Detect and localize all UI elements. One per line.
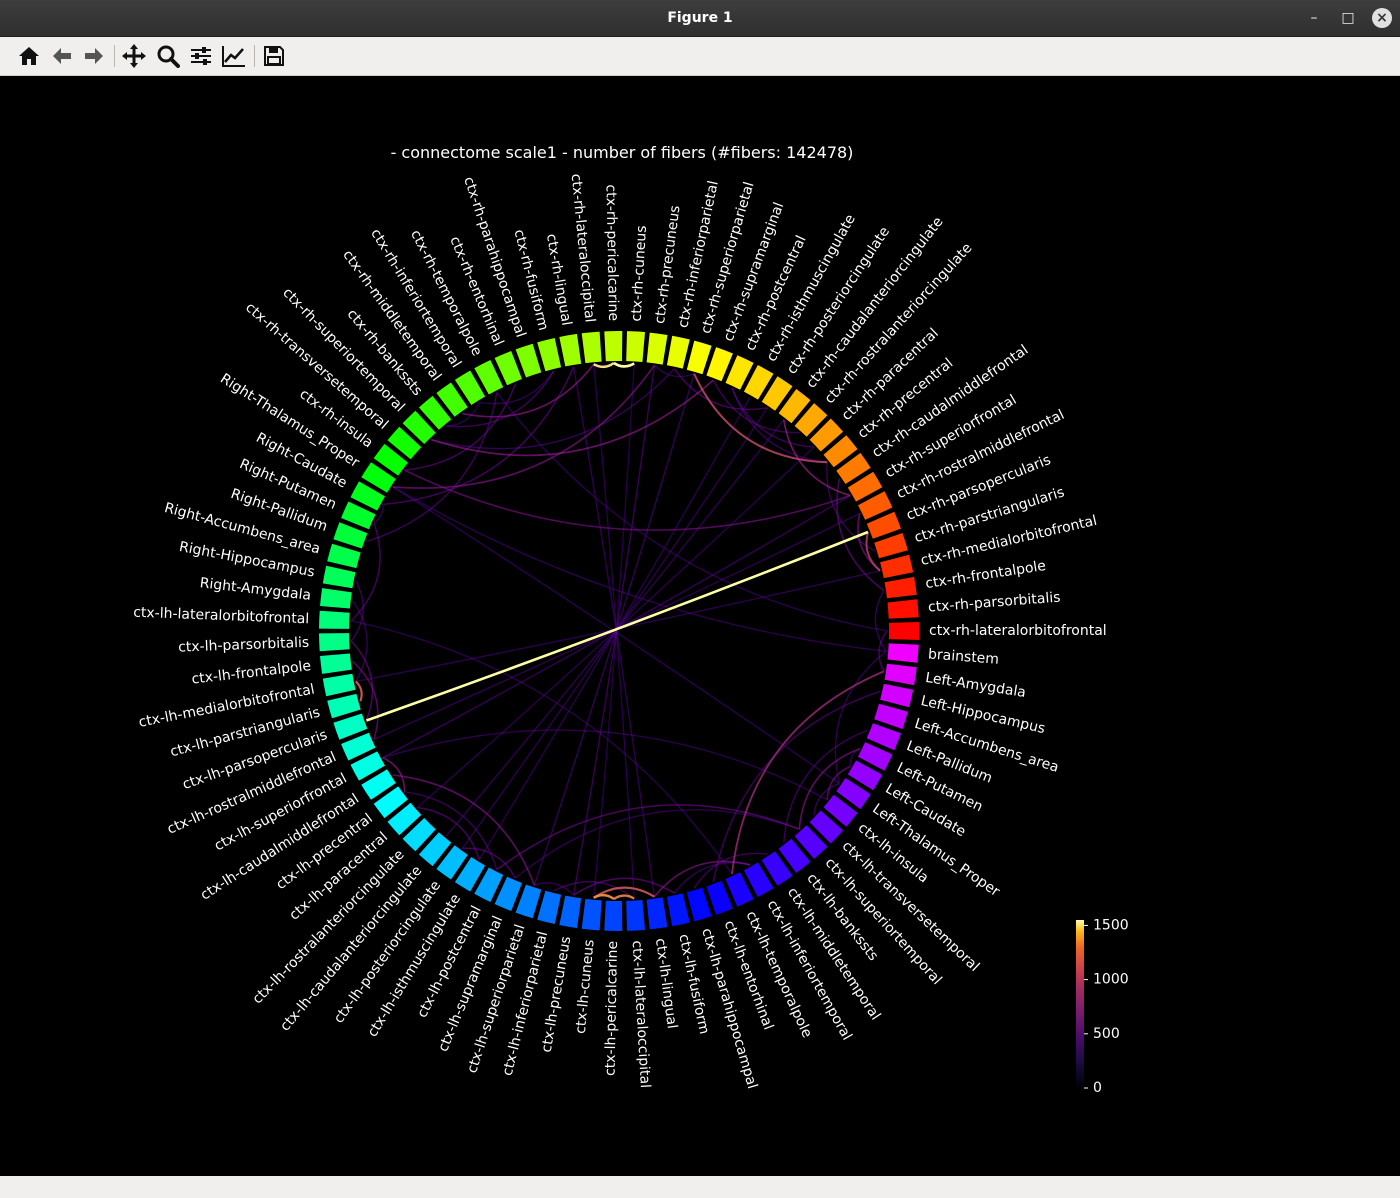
node-ctx-lh-pericalcarine	[604, 900, 623, 932]
node-ctx-rh-medialorbitofrontal	[880, 554, 914, 579]
node-Right-Accumbens_area	[327, 543, 361, 569]
node-label: ctx-lh-lingual	[652, 937, 680, 1030]
minimize-icon[interactable]: –	[1304, 8, 1324, 28]
node-Right-Amygdala	[320, 588, 352, 609]
maximize-icon[interactable]: □	[1338, 8, 1358, 28]
node-Left-Hippocampus	[880, 683, 914, 708]
link-ctx-rh-caudalanteriorcingulate-ctx-lh-caudalanteriorcingulate	[445, 419, 785, 837]
node-ctx-rh-superiorparietal	[686, 340, 712, 375]
node-Left-Amygdala	[884, 663, 917, 686]
configure-subplots-icon[interactable]	[186, 41, 216, 71]
node-label: ctx-lh-cuneus	[573, 939, 598, 1035]
colorbar-tick-label: 500	[1093, 1026, 1120, 1042]
node-ctx-lh-lateraloccipital	[626, 900, 645, 931]
navigation-toolbar	[0, 37, 1400, 76]
nodes-layer	[319, 330, 920, 932]
link-ctx-rh-pericalcarine-ctx-rh-lateraloccipital	[593, 361, 615, 369]
node-ctx-rh-lateraloccipital	[581, 331, 602, 364]
node-label: brainstem	[927, 646, 999, 667]
colorbar-tick-label: 0	[1093, 1080, 1102, 1096]
node-label: ctx-lh-frontalpole	[191, 658, 312, 688]
link-ctx-rh-posteriorcingulate-ctx-lh-posteriorcingulate	[461, 407, 768, 849]
node-ctx-rh-fusiform	[537, 338, 562, 372]
pan-icon[interactable]	[119, 41, 149, 71]
colorbar: 0 500 1000 1500	[1076, 917, 1129, 1096]
node-ctx-rh-parsorbitalis	[887, 599, 919, 619]
node-label: ctx-rh-lateraloccipital	[568, 173, 598, 323]
labels-layer: ctx-rh-lateralorbitofrontal ctx-rh-parsor…	[133, 173, 1107, 1091]
connectivity-circle-chart: - connectome scale1 - number of fibers (…	[133, 143, 1129, 1096]
home-icon[interactable]	[14, 41, 44, 71]
node-label: ctx-lh-parsorbitalis	[178, 635, 310, 656]
node-ctx-rh-precuneus	[646, 332, 668, 365]
node-ctx-lh-parstriangularis	[327, 693, 361, 719]
node-ctx-lh-lateralorbitofrontal	[319, 610, 350, 629]
link-ctx-rh-isthmuscingulate-ctx-lh-isthmuscingulate	[478, 396, 751, 860]
node-ctx-lh-cuneus	[581, 898, 602, 931]
node-label: ctx-rh-lateralorbitofrontal	[929, 623, 1107, 639]
node-ctx-rh-lingual	[559, 333, 582, 367]
node-ctx-rh-pericalcarine	[604, 330, 623, 362]
node-ctx-rh-inferiorparietal	[666, 335, 690, 369]
node-ctx-lh-inferiorparietal	[537, 890, 562, 924]
link-ctx-lh-pericalcarine-ctx-lh-lateraloccipital	[613, 894, 635, 900]
links-layer	[350, 361, 888, 900]
save-icon[interactable]	[259, 41, 289, 71]
node-ctx-lh-medialorbitofrontal	[322, 673, 356, 697]
node-ctx-lh-parahippocampal	[686, 887, 712, 922]
node-Left-Accumbens_area	[874, 703, 908, 729]
link-ctx-rh-pericalcarine-ctx-rh-cuneus	[613, 361, 635, 368]
node-label: ctx-lh-lateraloccipital	[629, 940, 653, 1088]
link-ctx-lh-pericalcarine-ctx-lh-cuneus	[593, 893, 615, 900]
colorbar-strip	[1076, 920, 1084, 1088]
node-label: ctx-lh-pericalcarine	[603, 941, 622, 1076]
node-ctx-rh-frontalpole	[884, 576, 917, 599]
node-Right-Hippocampus	[322, 565, 356, 589]
node-ctx-lh-lingual	[646, 897, 668, 930]
node-label: ctx-rh-pericalcarine	[603, 184, 622, 321]
colorbar-tick-label: 1000	[1093, 972, 1129, 988]
node-ctx-lh-fusiform	[666, 893, 690, 927]
plot-canvas[interactable]: - connectome scale1 - number of fibers (…	[0, 76, 1400, 1176]
window-titlebar: Figure 1 – □ ×	[0, 0, 1400, 37]
node-label: ctx-rh-parsorbitalis	[927, 590, 1061, 616]
node-ctx-lh-precuneus	[559, 895, 582, 929]
node-ctx-rh-cuneus	[626, 331, 645, 362]
zoom-icon[interactable]	[153, 41, 183, 71]
chart-title: - connectome scale1 - number of fibers (…	[391, 143, 854, 162]
node-label: ctx-lh-lateralorbitofrontal	[133, 605, 310, 628]
back-arrow-icon[interactable]	[47, 41, 77, 71]
link-Right-Hippocampus-ctx-lh-parsorbitalis	[350, 580, 364, 642]
node-label: ctx-rh-cuneus	[629, 225, 650, 322]
colorbar-tick-label: 1500	[1093, 917, 1129, 933]
link-brainstem-Right-Thalamus_Proper	[392, 486, 887, 652]
forward-arrow-icon[interactable]	[79, 41, 109, 71]
status-bar	[0, 1176, 1400, 1198]
window-title: Figure 1	[667, 10, 733, 26]
node-ctx-lh-parsorbitalis	[319, 633, 350, 652]
node-ctx-lh-frontalpole	[320, 653, 352, 674]
node-label: Right-Amygdala	[199, 575, 312, 604]
node-ctx-rh-lateralorbitofrontal	[888, 622, 920, 640]
node-ctx-rh-parstriangularis	[874, 533, 908, 559]
close-icon[interactable]: ×	[1372, 8, 1392, 28]
edit-axis-icon[interactable]	[219, 41, 249, 71]
node-brainstem	[887, 643, 919, 663]
